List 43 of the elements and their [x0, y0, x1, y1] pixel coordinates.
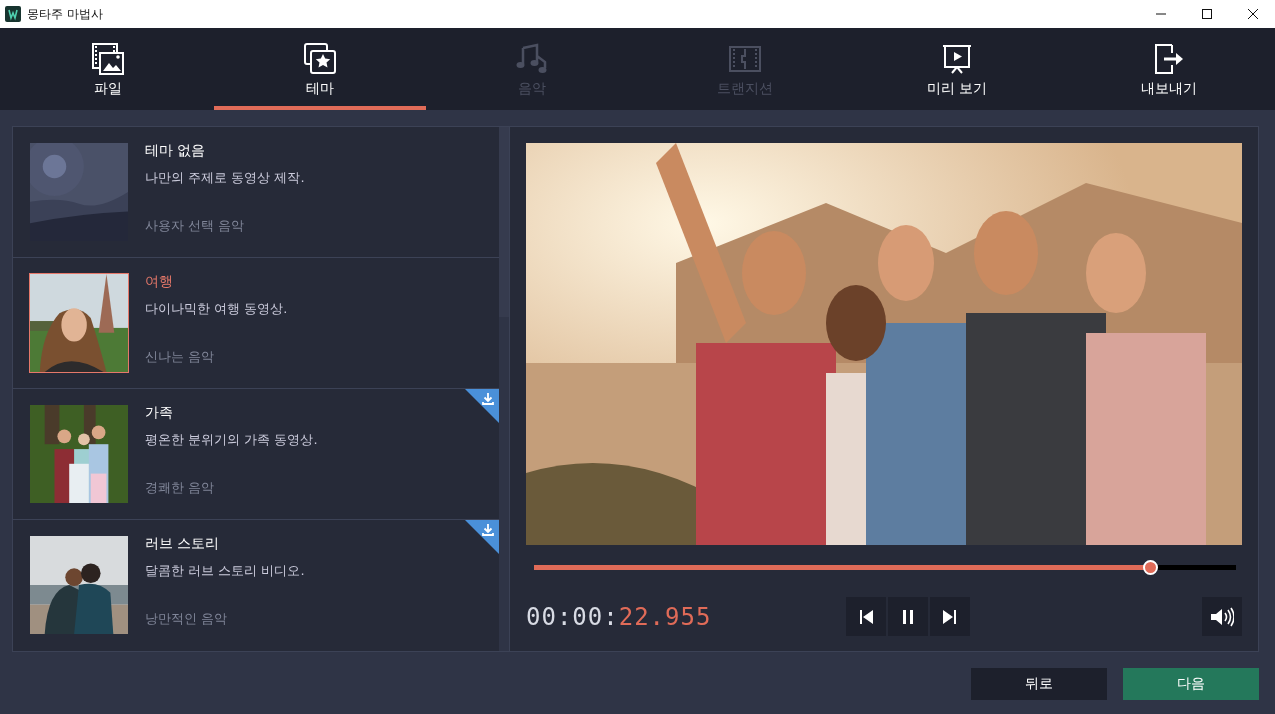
- theme-music: 낭만적인 음악: [145, 610, 229, 628]
- theme-title: 여행: [145, 273, 174, 291]
- tab[interactable]: 내보내기: [1062, 28, 1275, 110]
- close-icon[interactable]: [1247, 8, 1259, 20]
- slider-thumb[interactable]: [1142, 560, 1158, 575]
- theme-description: 다이나믹한 여행 동영상.: [145, 300, 288, 318]
- elapsed-milliseconds: 22.955: [618, 602, 712, 631]
- pause-button[interactable]: [888, 597, 928, 636]
- theme-title: 가족: [145, 404, 174, 422]
- window-title: 몽타주 마법사: [27, 5, 103, 23]
- download-badge-icon[interactable]: [465, 520, 499, 554]
- theme-item[interactable]: 가족 평온한 분위기의 가족 동영상. 경쾌한 음악: [13, 389, 499, 520]
- theme-music: 경쾌한 음악: [145, 479, 216, 497]
- speaker-icon: [1210, 606, 1234, 627]
- theme-item[interactable]: 테마 없음 나만의 주제로 동영상 제작. 사용자 선택 음악: [13, 127, 499, 258]
- pause-icon: [900, 608, 916, 625]
- next-button[interactable]: 다음: [1123, 668, 1259, 700]
- film-picture-icon: [91, 42, 126, 76]
- theme-music: 신나는 음악: [145, 348, 216, 366]
- theme-description: 달콤한 러브 스토리 비디오.: [145, 562, 305, 580]
- download-badge-icon[interactable]: [465, 389, 499, 423]
- skip-forward-icon: [942, 608, 958, 625]
- elapsed-time: 00:00:: [526, 602, 619, 631]
- theme-music: 사용자 선택 음악: [145, 217, 246, 235]
- skip-back-icon: [858, 608, 874, 625]
- theme-title: 테마 없음: [145, 142, 207, 160]
- tab[interactable]: 미리 보기: [850, 28, 1063, 110]
- theme-description: 나만의 주제로 동영상 제작.: [145, 169, 305, 187]
- theme-title: 러브 스토리: [145, 535, 221, 553]
- theme-item[interactable]: 러브 스토리 달콤한 러브 스토리 비디오. 낭만적인 음악: [13, 520, 499, 651]
- scrollbar-thumb[interactable]: [499, 127, 509, 317]
- tab[interactable]: 테마: [214, 28, 427, 110]
- next-button[interactable]: [930, 597, 970, 636]
- maximize-icon[interactable]: [1201, 8, 1213, 20]
- theme-item[interactable]: 여행 다이나믹한 여행 동영상. 신나는 음악: [13, 258, 499, 389]
- previous-button[interactable]: [846, 597, 886, 636]
- tab[interactable]: 파일: [2, 28, 215, 110]
- volume-button[interactable]: [1202, 597, 1242, 636]
- progress-slider[interactable]: [534, 560, 1236, 575]
- star-picture-icon: [303, 42, 338, 76]
- app-logo-icon: [5, 6, 21, 22]
- theme-description: 평온한 분위기의 가족 동영상.: [145, 431, 318, 449]
- back-button[interactable]: 뒤로: [971, 668, 1107, 700]
